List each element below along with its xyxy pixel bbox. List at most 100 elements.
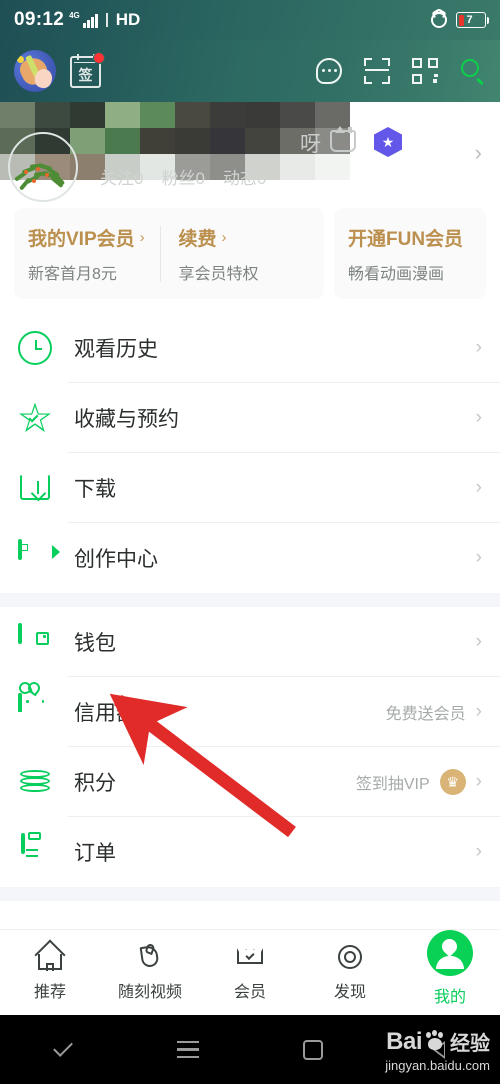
crown-icon bbox=[235, 943, 265, 971]
menu-item-download[interactable]: 下载 › bbox=[0, 453, 500, 523]
clock-icon bbox=[18, 331, 52, 365]
tab-label: 我的 bbox=[433, 989, 466, 1006]
home-button[interactable] bbox=[250, 1039, 375, 1060]
mosaic-block bbox=[70, 128, 105, 154]
menu-item-right-text: 免费送会员 bbox=[385, 706, 466, 723]
credit-rabbit-icon bbox=[17, 679, 52, 729]
bottom-tab-bar: 推荐 随刻视频 会员 发现 我的 bbox=[0, 929, 500, 1015]
chevron-right-icon: › bbox=[221, 229, 227, 246]
profile-header[interactable]: 呀 ★ › 关注0 粉丝0 动态0 bbox=[0, 102, 500, 202]
menu-item-right: 免费送会员 › bbox=[386, 700, 482, 724]
menu-item-right: › bbox=[476, 337, 482, 359]
mosaic-block bbox=[245, 102, 280, 128]
wreath-berry bbox=[45, 173, 49, 177]
fun-title-text: 开通FUN会员 bbox=[348, 229, 464, 250]
chevron-right-icon: › bbox=[475, 841, 482, 862]
status-bar-left: 09:12 4G HD bbox=[14, 9, 140, 31]
vip-card-fun[interactable]: 开通FUN会员 畅看动画漫画 bbox=[334, 208, 486, 299]
profile-chevron-icon: › bbox=[474, 140, 482, 165]
vip-renew[interactable]: 续费 › 享会员特权 bbox=[161, 224, 311, 284]
home-square-icon bbox=[302, 1039, 323, 1060]
user-avatar-icon[interactable] bbox=[14, 50, 56, 92]
home-icon bbox=[34, 939, 66, 971]
menu-item-right: › bbox=[476, 631, 482, 653]
fun-subtitle: 畅看动画漫画 bbox=[348, 266, 445, 283]
menu-item-label: 收藏与预约 bbox=[74, 408, 179, 431]
tab-suike-video[interactable]: 随刻视频 bbox=[100, 942, 200, 1002]
menu-item-points[interactable]: 积分 签到抽VIP ♛ › bbox=[0, 747, 500, 817]
qrcode-icon[interactable] bbox=[412, 58, 438, 84]
vip-my-membership[interactable]: 我的VIP会员 › 新客首月8元 bbox=[28, 224, 160, 284]
chevron-right-icon: › bbox=[475, 631, 482, 652]
scan-icon[interactable] bbox=[364, 58, 390, 84]
menu-item-creator-center[interactable]: 创作中心 › bbox=[0, 523, 500, 593]
android-navigation-bar: Bai 经验 jingyan.baidu.com bbox=[0, 1015, 500, 1084]
app-bar-actions bbox=[316, 58, 486, 86]
section-separator-bottom bbox=[0, 887, 500, 901]
mosaic-block bbox=[105, 128, 140, 154]
tab-label: 推荐 bbox=[33, 984, 66, 1001]
alarm-clock-icon bbox=[431, 12, 447, 28]
menu-item-label: 订单 bbox=[74, 842, 116, 865]
chevron-right-icon: › bbox=[139, 229, 145, 246]
chevron-right-icon: › bbox=[475, 547, 482, 568]
mosaic-block bbox=[70, 102, 105, 128]
watermark-url: jingyan.baidu.com bbox=[385, 1058, 490, 1073]
menu-item-favorites[interactable]: 收藏与预约 › bbox=[0, 383, 500, 453]
fun-title: 开通FUN会员 bbox=[348, 224, 472, 251]
status-time: 09:12 bbox=[14, 9, 65, 30]
vip-title: 我的VIP会员 › bbox=[28, 224, 160, 251]
menu-item-right: › bbox=[476, 477, 482, 499]
message-icon[interactable] bbox=[316, 58, 342, 84]
battery-indicator: 7 bbox=[456, 12, 489, 28]
menu-section-finance: 钱包 › 信用额度 免费送会员 › 积分 签到抽VIP ♛ › 订单 › bbox=[0, 607, 500, 887]
chevron-right-icon: › bbox=[475, 407, 482, 428]
phone-screen: 09:12 4G HD 7 签 呀 ★ › 关注0 粉丝0 动态0 我的VIP会… bbox=[0, 0, 500, 1084]
status-bar-right: 7 bbox=[431, 12, 489, 28]
tab-membership[interactable]: 会员 bbox=[200, 943, 300, 1002]
tab-label: 随刻视频 bbox=[117, 984, 182, 1001]
menu-button[interactable] bbox=[125, 1036, 250, 1063]
tab-label: 发现 bbox=[333, 984, 366, 1001]
mosaic-block bbox=[0, 102, 35, 128]
collapse-icon bbox=[52, 1037, 73, 1057]
video-camera-icon bbox=[18, 539, 52, 575]
tab-mine[interactable]: 我的 bbox=[400, 930, 500, 1007]
paw-icon bbox=[425, 1029, 447, 1052]
menu-icon bbox=[176, 1036, 199, 1063]
menu-item-right: › bbox=[476, 407, 482, 429]
menu-item-label: 信用额度 bbox=[74, 702, 158, 725]
menu-item-watch-history[interactable]: 观看历史 › bbox=[0, 313, 500, 383]
tab-recommend[interactable]: 推荐 bbox=[0, 939, 100, 1002]
crown-badge-icon: ♛ bbox=[439, 769, 466, 795]
menu-item-label: 下载 bbox=[74, 478, 116, 501]
menu-item-label: 积分 bbox=[74, 772, 116, 795]
menu-item-credit-limit[interactable]: 信用额度 免费送会员 › bbox=[0, 677, 500, 747]
vip-card-row: 我的VIP会员 › 新客首月8元 续费 › 享会员特权 开通FUN会员 畅看动画… bbox=[0, 202, 500, 313]
order-clipboard-icon bbox=[18, 832, 52, 869]
mosaic-block bbox=[105, 102, 140, 128]
notification-dot bbox=[93, 52, 105, 64]
search-icon[interactable] bbox=[460, 58, 486, 86]
stat-following: 关注0 bbox=[100, 169, 144, 188]
chevron-right-icon: › bbox=[475, 337, 482, 358]
section-separator bbox=[0, 593, 500, 607]
menu-item-label: 创作中心 bbox=[74, 548, 158, 571]
mosaic-block bbox=[175, 128, 210, 154]
menu-item-orders[interactable]: 订单 › bbox=[0, 817, 500, 887]
chevron-right-icon: › bbox=[475, 771, 482, 792]
mosaic-block bbox=[140, 128, 175, 154]
collapse-button[interactable] bbox=[0, 1037, 125, 1057]
mosaic-block bbox=[245, 128, 280, 154]
vip-card-membership[interactable]: 我的VIP会员 › 新客首月8元 续费 › 享会员特权 bbox=[14, 208, 324, 299]
discover-circle-icon bbox=[335, 943, 365, 971]
tab-discover[interactable]: 发现 bbox=[300, 943, 400, 1002]
menu-item-wallet[interactable]: 钱包 › bbox=[0, 607, 500, 677]
stat-posts: 动态0 bbox=[222, 169, 267, 188]
decorative-wreath-icon bbox=[12, 160, 70, 194]
vip-subtitle: 新客首月8元 bbox=[28, 266, 117, 283]
mosaic-block bbox=[280, 102, 315, 128]
vip-renew-title-text: 续费 bbox=[178, 229, 217, 250]
watermark-brand: Bai bbox=[386, 1027, 422, 1055]
signin-calendar-button[interactable]: 签 bbox=[70, 52, 105, 88]
